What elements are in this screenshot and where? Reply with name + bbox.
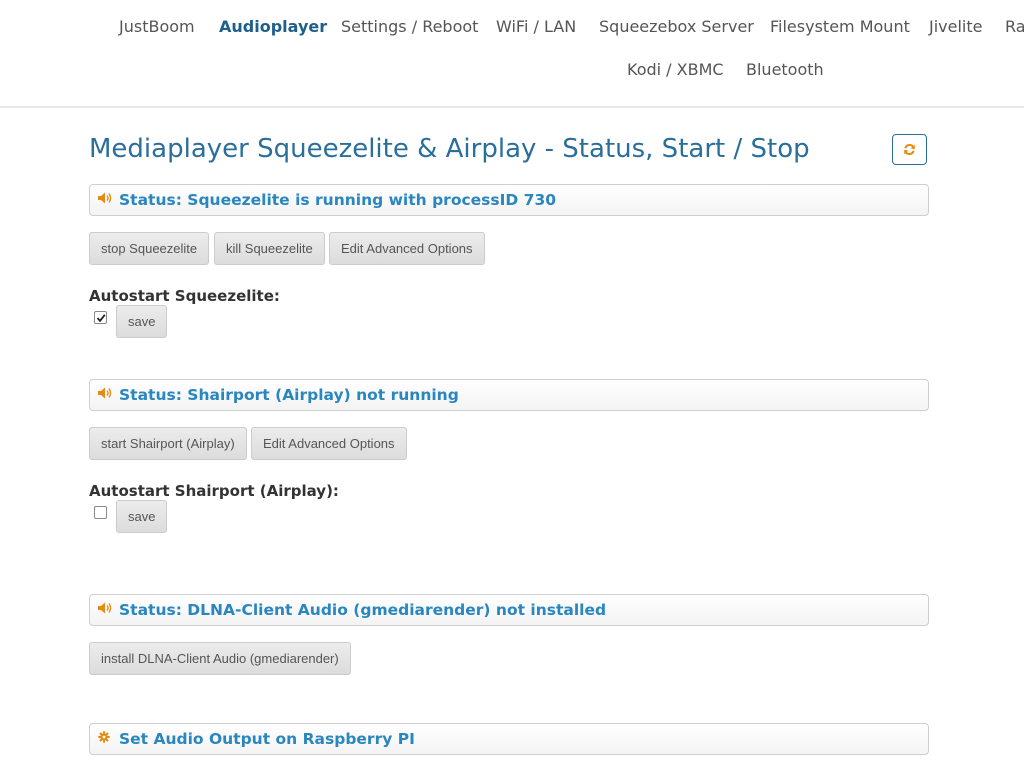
nav-item-audioplayer[interactable]: Audioplayer [219, 17, 327, 36]
nav-item-ra[interactable]: Ra [1005, 17, 1024, 36]
gear-icon [98, 731, 110, 743]
nav-item-settings-reboot[interactable]: Settings / Reboot [341, 17, 478, 36]
nav-item-justboom[interactable]: JustBoom [119, 17, 195, 36]
nav-item-jivelite[interactable]: Jivelite [929, 17, 982, 36]
speaker-icon [98, 602, 112, 614]
speaker-icon [98, 387, 112, 399]
autostart-shairport-label: Autostart Shairport (Airplay): [89, 482, 339, 500]
dlna-status-text: Status: DLNA-Client Audio (gmediarender)… [119, 601, 607, 619]
squeezelite-status-text: Status: Squeezelite is running with proc… [119, 191, 557, 209]
nav-item-squeezebox-server[interactable]: Squeezebox Server [599, 17, 754, 36]
speaker-icon [98, 192, 112, 204]
nav-item-filesystem-mount[interactable]: Filesystem Mount [770, 17, 910, 36]
checkmark-icon [96, 314, 106, 323]
squeezelite-status-panel: Status: Squeezelite is running with proc… [89, 184, 929, 216]
nav-item-kodi-xbmc[interactable]: Kodi / XBMC [627, 60, 724, 79]
audio-output-title: Set Audio Output on Raspberry PI [119, 730, 415, 748]
save-shairport-autostart-button[interactable]: save [116, 500, 168, 533]
top-navigation: JustBoom Audioplayer Settings / Reboot W… [0, 0, 1024, 108]
audio-output-panel[interactable]: Set Audio Output on Raspberry PI [89, 723, 929, 755]
refresh-button[interactable] [892, 134, 927, 165]
shairport-status-text: Status: Shairport (Airplay) not running [119, 386, 459, 404]
page-title: Mediaplayer Squeezelite & Airplay - Stat… [89, 134, 810, 164]
autostart-squeezelite-label: Autostart Squeezelite: [89, 287, 280, 305]
shairport-status-panel: Status: Shairport (Airplay) not running [89, 379, 929, 411]
dlna-status-panel: Status: DLNA-Client Audio (gmediarender)… [89, 594, 929, 626]
autostart-squeezelite-checkbox[interactable] [94, 311, 107, 324]
autostart-shairport-checkbox[interactable] [94, 506, 107, 519]
shairport-advanced-options-button[interactable]: Edit Advanced Options [251, 427, 407, 460]
save-squeezelite-autostart-button[interactable]: save [116, 305, 168, 338]
nav-item-wifi-lan[interactable]: WiFi / LAN [496, 17, 576, 36]
squeezelite-advanced-options-button[interactable]: Edit Advanced Options [329, 232, 485, 265]
stop-squeezelite-button[interactable]: stop Squeezelite [89, 232, 210, 265]
kill-squeezelite-button[interactable]: kill Squeezelite [214, 232, 325, 265]
nav-item-bluetooth[interactable]: Bluetooth [746, 60, 824, 79]
install-dlna-client-button[interactable]: install DLNA-Client Audio (gmediarender) [89, 642, 351, 675]
refresh-icon [904, 143, 915, 156]
start-shairport-button[interactable]: start Shairport (Airplay) [89, 427, 247, 460]
